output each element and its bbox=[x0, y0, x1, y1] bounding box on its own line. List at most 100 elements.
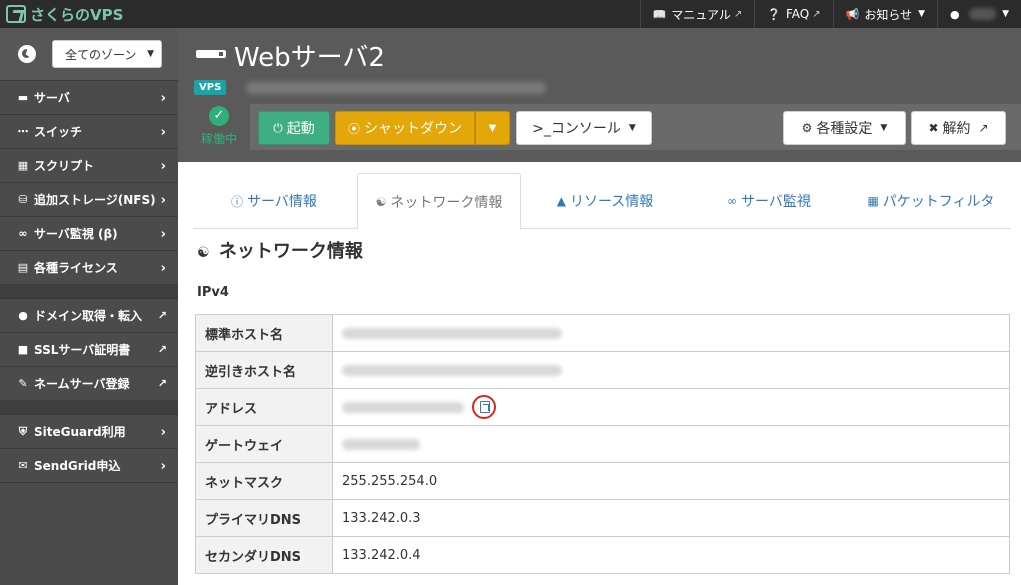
chevron-right-icon: › bbox=[160, 91, 166, 106]
server-icon: ▬ bbox=[17, 91, 29, 104]
sidebar-item-ssl[interactable]: ■ SSLサーバ証明書 ↗ bbox=[0, 333, 178, 367]
vps-badge: VPS bbox=[194, 80, 227, 95]
sidebar-item-script[interactable]: ▦ スクリプト › bbox=[0, 149, 178, 183]
sidebar-item-license[interactable]: ▤ 各種ライセンス › bbox=[0, 251, 178, 285]
status-indicator: ✓ 稼働中 bbox=[196, 106, 242, 147]
shutdown-button[interactable]: ⦿ シャットダウン bbox=[335, 111, 475, 145]
gear-icon: ⚙ bbox=[801, 121, 813, 135]
sidebar-item-server[interactable]: ▬ サーバ › bbox=[0, 81, 178, 115]
table-icon: ▦ bbox=[867, 194, 879, 208]
logo-icon bbox=[6, 5, 26, 23]
zone-select[interactable]: 全てのゾーン ▼ bbox=[52, 40, 162, 68]
console-button[interactable]: >_コンソール ▼ bbox=[516, 111, 652, 145]
sidebar-item-label: 各種ライセンス bbox=[34, 261, 118, 275]
external-link-icon: ↗ bbox=[733, 8, 743, 20]
sidebar-external-group: ● ドメイン取得・転入 ↗ ■ SSLサーバ証明書 ↗ ✎ ネームサーバ登録 ↗ bbox=[0, 299, 178, 401]
binoculars-icon: ∞ bbox=[18, 227, 28, 240]
external-link-icon: ↗ bbox=[157, 343, 167, 356]
value-redacted bbox=[342, 364, 562, 376]
top-bar: さくらのVPS 📖 マニュアル ↗ ❔ FAQ ↗ 📢 お知らせ ▼ ● ▼ bbox=[0, 0, 1021, 28]
status-label: 稼働中 bbox=[200, 132, 237, 146]
section-title: ☯ ネットワーク情報 bbox=[197, 237, 363, 263]
caret-down-icon: ▼ bbox=[1002, 9, 1009, 19]
megaphone-icon: 📢 bbox=[845, 7, 860, 21]
settings-button[interactable]: ⚙ 各種設定 ▼ bbox=[783, 111, 906, 145]
sidebar-item-sendgrid[interactable]: ✉ SendGrid申込 › bbox=[0, 449, 178, 483]
tab-server-info[interactable]: ⓘ サーバ情報 bbox=[193, 173, 355, 229]
page-title: Webサーバ2 bbox=[234, 43, 385, 73]
table-row: アドレス bbox=[195, 388, 1010, 426]
caret-down-icon: ▼ bbox=[628, 123, 636, 133]
shutdown-label: シャットダウン bbox=[364, 121, 462, 137]
tab-resource-info[interactable]: ▲ リソース情報 bbox=[523, 173, 687, 229]
switch-icon: ⋯ bbox=[17, 125, 29, 138]
globe-icon: ● bbox=[18, 309, 28, 322]
sidebar-divider bbox=[0, 285, 178, 299]
faq-link[interactable]: ❔ FAQ ↗ bbox=[754, 0, 832, 28]
chevron-right-icon: › bbox=[160, 159, 166, 174]
row-key: プライマリDNS bbox=[195, 499, 333, 537]
sidebar-item-storage[interactable]: ⛁ 追加ストレージ(NFS) › bbox=[0, 183, 178, 217]
table-row: プライマリDNS 133.242.0.3 bbox=[195, 499, 1010, 537]
row-value bbox=[332, 425, 1010, 463]
manual-link[interactable]: 📖 マニュアル ↗ bbox=[639, 0, 755, 28]
copy-icon[interactable] bbox=[472, 395, 497, 419]
table-row: 逆引きホスト名 bbox=[195, 351, 1010, 389]
tab-network-info[interactable]: ☯ ネットワーク情報 bbox=[357, 173, 521, 230]
tab-label: サーバ情報 bbox=[247, 194, 317, 210]
sidebar-item-nameserver[interactable]: ✎ ネームサーバ登録 ↗ bbox=[0, 367, 178, 401]
binoculars-icon: ∞ bbox=[727, 194, 738, 208]
shutdown-dropdown-button[interactable]: ▼ bbox=[475, 111, 510, 145]
tab-label: サーバ監視 bbox=[741, 194, 811, 210]
sidebar-item-switch[interactable]: ⋯ スイッチ › bbox=[0, 115, 178, 149]
value-redacted bbox=[342, 327, 562, 339]
boot-label: 起動 bbox=[286, 121, 315, 137]
external-link-icon: ↗ bbox=[157, 377, 167, 390]
chevron-right-icon: › bbox=[160, 261, 166, 276]
caret-down-icon: ▼ bbox=[880, 123, 888, 133]
top-nav: 📖 マニュアル ↗ ❔ FAQ ↗ 📢 お知らせ ▼ ● ▼ bbox=[639, 0, 1021, 28]
sidebar-divider bbox=[0, 401, 178, 415]
row-key: セカンダリDNS bbox=[195, 536, 333, 574]
sidebar-item-domain[interactable]: ● ドメイン取得・転入 ↗ bbox=[0, 299, 178, 333]
mail-icon: ✉ bbox=[18, 459, 28, 472]
main-content: ⓘ サーバ情報 ☯ ネットワーク情報 ▲ リソース情報 ∞ サーバ監視 ▦ パケ… bbox=[178, 162, 1021, 585]
tab-packet-filter[interactable]: ▦ パケットフィルタ bbox=[851, 173, 1011, 229]
lock-icon: ■ bbox=[17, 343, 29, 356]
console-label: >_コンソール bbox=[532, 121, 621, 137]
shield-icon: ⛨ bbox=[18, 424, 28, 438]
server-icon bbox=[196, 50, 226, 58]
chevron-right-icon: › bbox=[160, 193, 166, 208]
sidebar-item-siteguard[interactable]: ⛨ SiteGuard利用 › bbox=[0, 415, 178, 449]
cancel-contract-button[interactable]: ✖ 解約 ↗ bbox=[911, 111, 1006, 145]
sakura-vps-logo[interactable]: さくらのVPS bbox=[6, 3, 123, 25]
sidebar-item-label: ネームサーバ登録 bbox=[34, 377, 130, 391]
row-value bbox=[332, 388, 1010, 426]
row-key: 標準ホスト名 bbox=[195, 314, 333, 352]
area-chart-icon: ▲ bbox=[556, 194, 566, 208]
user-menu[interactable]: ● ▼ bbox=[937, 0, 1021, 28]
globe-icon bbox=[18, 45, 36, 63]
faq-label: FAQ bbox=[785, 7, 810, 21]
edit-icon: ✎ bbox=[18, 377, 28, 390]
boot-button[interactable]: ⏻ 起動 bbox=[258, 111, 330, 145]
table-row: セカンダリDNS 133.242.0.4 bbox=[195, 536, 1010, 574]
table-row: ゲートウェイ bbox=[195, 425, 1010, 463]
sidebar-item-monitor[interactable]: ∞ サーバ監視 (β) › bbox=[0, 217, 178, 251]
cancel-label: 解約 bbox=[942, 121, 971, 137]
close-icon: ✖ bbox=[928, 121, 939, 135]
tab-server-monitor[interactable]: ∞ サーバ監視 bbox=[689, 173, 849, 229]
power-icon: ⏻ bbox=[273, 120, 283, 135]
caret-down-icon: ▼ bbox=[918, 9, 925, 19]
news-dropdown[interactable]: 📢 お知らせ ▼ bbox=[832, 0, 937, 28]
section-title-text: ネットワーク情報 bbox=[218, 241, 363, 262]
row-value: 133.242.0.3 bbox=[332, 499, 1010, 537]
sidebar: 全てのゾーン ▼ ▬ サーバ › ⋯ スイッチ › ▦ スクリプト › ⛁ 追加… bbox=[0, 28, 178, 585]
tab-bar: ⓘ サーバ情報 ☯ ネットワーク情報 ▲ リソース情報 ∞ サーバ監視 ▦ パケ… bbox=[193, 173, 1011, 230]
sidebar-extra-group: ⛨ SiteGuard利用 › ✉ SendGrid申込 › bbox=[0, 415, 178, 483]
zone-select-value: 全てのゾーン bbox=[65, 47, 137, 62]
stop-icon: ⦿ bbox=[347, 121, 360, 136]
value-redacted bbox=[342, 438, 420, 450]
sitemap-icon: ☯ bbox=[375, 194, 387, 209]
sidebar-main-group: ▬ サーバ › ⋯ スイッチ › ▦ スクリプト › ⛁ 追加ストレージ(NFS… bbox=[0, 81, 178, 285]
